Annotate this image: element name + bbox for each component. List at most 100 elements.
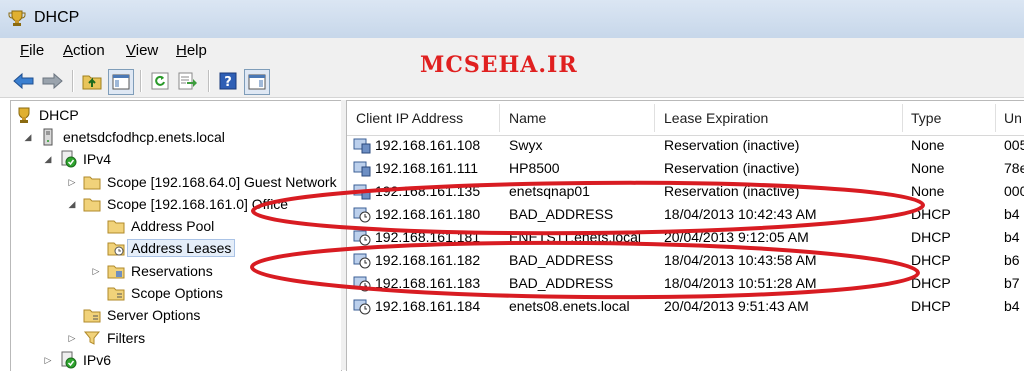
menu-help-accel: H <box>176 42 187 59</box>
menu-action-rest: ction <box>73 42 105 59</box>
tree-item-server-options[interactable]: Server Options <box>83 304 200 326</box>
options-folder-icon <box>107 287 125 301</box>
lease-type: DHCP <box>911 275 951 291</box>
lease-name: enetsqnap01 <box>509 183 590 199</box>
collapsed-arrow-icon[interactable]: ▷ <box>67 177 77 188</box>
tree-label: Scope [192.168.161.0] Office <box>107 196 289 212</box>
menu-view[interactable]: View <box>126 42 158 59</box>
ipv4-green-icon <box>61 150 77 168</box>
forward-button[interactable] <box>40 69 64 93</box>
export-list-button[interactable] <box>176 69 200 93</box>
column-divider[interactable] <box>902 104 903 132</box>
tree-label: Scope Options <box>131 285 223 301</box>
tree-label: Address Leases <box>127 239 236 257</box>
menu-help-rest: elp <box>186 42 207 59</box>
lease-expiration: Reservation (inactive) <box>664 160 800 176</box>
column-header-unique-id[interactable]: Un <box>1004 110 1022 126</box>
lease-expiration: 18/04/2013 10:42:43 AM <box>664 206 817 222</box>
lease-ip: 192.168.161.135 <box>375 183 481 199</box>
column-header-lease-expiration[interactable]: Lease Expiration <box>664 110 768 126</box>
expanded-arrow-icon[interactable]: ◢ <box>43 154 53 165</box>
folder-up-icon <box>82 75 102 90</box>
column-divider[interactable] <box>499 104 500 132</box>
list-header: Client IP Address Name Lease Expiration … <box>347 101 1024 136</box>
collapsed-arrow-icon[interactable]: ▷ <box>67 333 77 344</box>
lease-unique-id: b4 <box>1004 229 1020 245</box>
lease-type: DHCP <box>911 252 951 268</box>
expanded-arrow-icon[interactable]: ◢ <box>23 132 33 143</box>
lease-expiration: 20/04/2013 9:12:05 AM <box>664 229 809 245</box>
lease-type: None <box>911 183 945 199</box>
lease-clock-icon <box>353 253 371 269</box>
export-list-icon <box>178 72 197 90</box>
menu-view-accel: V <box>126 42 136 59</box>
tree-item-filters[interactable]: ▷ Filters <box>67 327 146 349</box>
action-pane-button[interactable] <box>244 69 270 95</box>
lease-row[interactable]: 192.168.161.108 Swyx Reservation (inacti… <box>347 134 1024 157</box>
lease-ip: 192.168.161.182 <box>375 252 481 268</box>
tree-label: Reservations <box>131 263 213 279</box>
menu-view-rest: iew <box>135 42 159 59</box>
back-arrow-icon <box>13 72 34 90</box>
lease-name: ENETS11.enets.local <box>509 229 642 245</box>
lease-row[interactable]: 192.168.161.184 enets08.enets.local 20/0… <box>347 295 1024 318</box>
tree-item-address-leases[interactable]: Address Leases <box>107 237 236 259</box>
refresh-button[interactable] <box>148 69 172 93</box>
lease-row[interactable]: 192.168.161.180 BAD_ADDRESS 18/04/2013 1… <box>347 203 1024 226</box>
console-tree-icon <box>112 74 130 90</box>
tree-item-address-pool[interactable]: Address Pool <box>107 215 214 237</box>
filter-icon <box>83 331 101 345</box>
lease-type: None <box>911 160 945 176</box>
tree-item-ipv6[interactable]: ▷ IPv6 <box>43 349 111 371</box>
lease-unique-id: b7 <box>1004 275 1020 291</box>
show-hide-tree-button[interactable] <box>108 69 134 95</box>
lease-ip: 192.168.161.111 <box>375 160 479 176</box>
up-level-button[interactable] <box>80 69 104 93</box>
collapsed-arrow-icon[interactable]: ▷ <box>91 266 101 277</box>
collapsed-arrow-icon[interactable]: ▷ <box>43 355 53 366</box>
lease-expiration: 20/04/2013 9:51:43 AM <box>664 298 809 314</box>
help-button[interactable]: ? <box>216 69 240 93</box>
server-icon <box>43 128 53 146</box>
lease-row[interactable]: 192.168.161.111 HP8500 Reservation (inac… <box>347 157 1024 180</box>
tree-item-scope-office[interactable]: ◢ Scope [192.168.161.0] Office <box>67 193 289 215</box>
reservations-folder-icon <box>107 265 125 279</box>
lease-row[interactable]: 192.168.161.181 ENETS11.enets.local 20/0… <box>347 226 1024 249</box>
folder-icon <box>83 176 101 190</box>
expanded-arrow-icon[interactable]: ◢ <box>67 199 77 210</box>
lease-row[interactable]: 192.168.161.135 enetsqnap01 Reservation … <box>347 180 1024 203</box>
lease-ip: 192.168.161.184 <box>375 298 481 314</box>
tree-item-scope-guest[interactable]: ▷ Scope [192.168.64.0] Guest Network <box>67 171 337 193</box>
column-divider[interactable] <box>654 104 655 132</box>
toolbar-separator <box>140 70 142 92</box>
lease-type: None <box>911 137 945 153</box>
lease-row[interactable]: 192.168.161.182 BAD_ADDRESS 18/04/2013 1… <box>347 249 1024 272</box>
lease-unique-id: b4 <box>1004 298 1020 314</box>
menu-action-accel: A <box>63 42 74 59</box>
ipv6-green-icon <box>61 351 77 369</box>
tree-label: IPv6 <box>83 352 112 368</box>
refresh-icon <box>151 72 169 90</box>
reservation-icon <box>353 138 371 154</box>
window-title: DHCP <box>34 9 80 26</box>
options-folder-icon <box>83 309 101 323</box>
menu-file[interactable]: File <box>20 42 44 59</box>
column-header-client-ip[interactable]: Client IP Address <box>356 110 463 126</box>
menu-action[interactable]: Action <box>63 42 105 59</box>
tree-item-dhcp[interactable]: DHCP <box>15 104 79 126</box>
tree-item-server[interactable]: ◢ enetsdcfodhcp.enets.local <box>23 126 225 148</box>
tree-item-reservations[interactable]: ▷ Reservations <box>91 260 213 282</box>
lease-row[interactable]: 192.168.161.183 BAD_ADDRESS 18/04/2013 1… <box>347 272 1024 295</box>
tree-label: Address Pool <box>131 218 215 234</box>
lease-ip: 192.168.161.181 <box>375 229 481 245</box>
menu-help[interactable]: Help <box>176 42 207 59</box>
column-divider[interactable] <box>995 104 996 132</box>
lease-expiration: Reservation (inactive) <box>664 183 800 199</box>
tree-item-scope-options[interactable]: Scope Options <box>107 282 223 304</box>
menu-file-rest: ile <box>29 42 45 59</box>
tree-item-ipv4[interactable]: ◢ IPv4 <box>43 148 111 170</box>
column-header-type[interactable]: Type <box>911 110 941 126</box>
back-button[interactable] <box>12 69 36 93</box>
lease-name: enets08.enets.local <box>509 298 630 314</box>
column-header-name[interactable]: Name <box>509 110 546 126</box>
